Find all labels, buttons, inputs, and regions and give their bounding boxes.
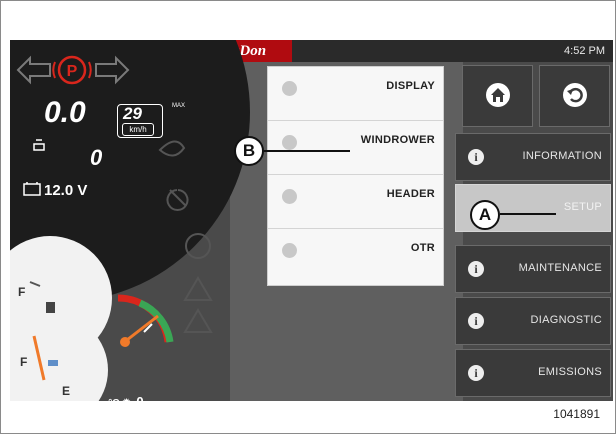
- info-icon: [282, 189, 297, 204]
- fan-off-icon: [166, 189, 189, 211]
- callout-a-leader: [500, 213, 556, 215]
- menu-item-label: WINDROWER: [360, 134, 435, 146]
- parking-brake-icon: P: [52, 55, 92, 85]
- setup-submenu: DISPLAY WINDROWER HEADER OTR: [267, 66, 444, 286]
- nav-diagnostic-button[interactable]: i DIAGNOSTIC: [455, 297, 611, 345]
- nav-label: EMISSIONS: [538, 366, 602, 378]
- warning-ring-icon: [185, 233, 211, 259]
- caution-icon: [183, 276, 213, 301]
- info-icon: [282, 135, 297, 150]
- info-icon: i: [468, 313, 484, 329]
- dashboard-graphics: P F E: [10, 55, 213, 401]
- svg-text:E: E: [62, 384, 70, 398]
- info-icon: i: [468, 149, 484, 165]
- menu-item-label: HEADER: [386, 188, 435, 200]
- engine-hours-icon: [33, 139, 45, 151]
- speed-readout: 0.0: [44, 96, 86, 129]
- back-icon: [563, 83, 587, 107]
- temperature-value: --: [92, 394, 101, 401]
- menu-item-header[interactable]: HEADER: [268, 175, 443, 229]
- max-speed-tag: MAX: [172, 103, 186, 109]
- fan-icon: °C ✹: [108, 398, 130, 401]
- menu-item-display[interactable]: DISPLAY: [268, 67, 443, 121]
- svg-text:F: F: [20, 355, 27, 369]
- info-icon: [282, 243, 297, 258]
- right-turn-arrow-icon: [95, 55, 130, 85]
- temperature-readout: -- °C ✹ 0: [92, 394, 144, 401]
- menu-item-label: OTR: [410, 242, 435, 254]
- nav-label: MAINTENANCE: [518, 262, 602, 274]
- nav-emissions-button[interactable]: i EMISSIONS: [455, 349, 611, 397]
- info-icon: [282, 81, 297, 96]
- nav-information-button[interactable]: i INFORMATION: [455, 133, 611, 181]
- back-button[interactable]: [539, 65, 610, 127]
- callout-a: A: [470, 200, 500, 230]
- max-speed-value: 29: [123, 104, 142, 123]
- menu-item-otr[interactable]: OTR: [268, 229, 443, 283]
- engine-hours-readout: 0: [90, 145, 103, 170]
- leaf-icon: [158, 140, 186, 157]
- temperature-gauge: [117, 294, 174, 347]
- voltage-readout: 12.0 V: [44, 182, 88, 199]
- menu-item-label: DISPLAY: [386, 80, 435, 92]
- nav-label: SETUP: [563, 201, 602, 213]
- left-turn-arrow-icon: [16, 55, 51, 85]
- display-screen: MacDon 4:52 PM P: [10, 40, 613, 401]
- nav-maintenance-button[interactable]: i MAINTENANCE: [455, 245, 611, 293]
- info-icon: i: [468, 261, 484, 277]
- menu-item-windrower[interactable]: WINDROWER: [268, 121, 443, 175]
- svg-text:F: F: [18, 285, 25, 299]
- info-icon: i: [468, 365, 484, 381]
- clock: 4:52 PM: [564, 45, 605, 57]
- svg-text:P: P: [67, 63, 78, 80]
- battery-icon: [23, 182, 41, 196]
- home-button[interactable]: [462, 65, 533, 127]
- callout-b-leader: [264, 150, 350, 152]
- speed-unit: km/h: [122, 123, 154, 136]
- caution-outline-icon: [183, 308, 213, 333]
- home-icon: [486, 83, 510, 107]
- nav-label: INFORMATION: [522, 150, 602, 162]
- figure-id: 1041891: [553, 407, 600, 421]
- bottom-count: 0: [136, 394, 143, 401]
- callout-b: B: [234, 136, 264, 166]
- nav-label: DIAGNOSTIC: [530, 314, 602, 326]
